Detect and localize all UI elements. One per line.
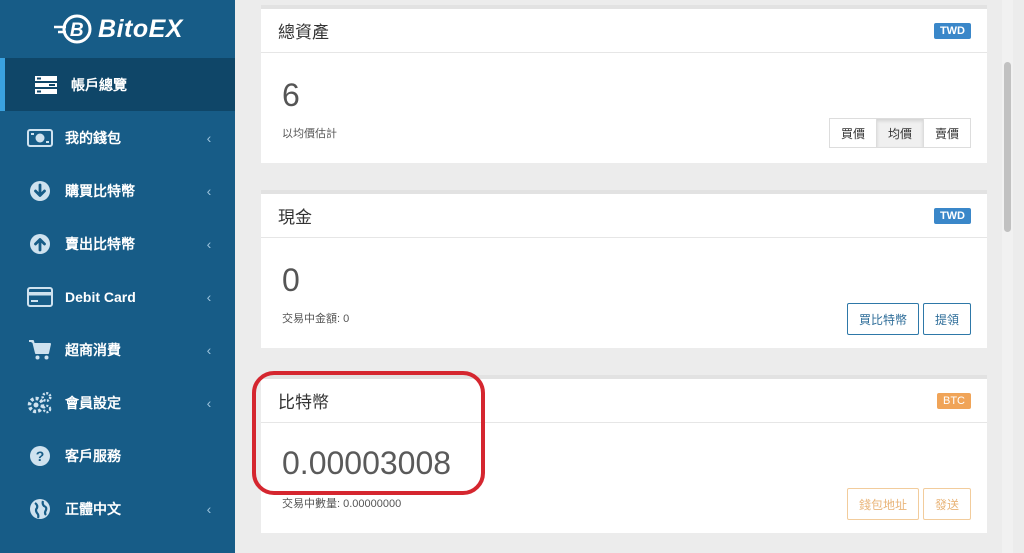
upload-circle-icon <box>27 233 53 255</box>
sidebar-item-label: 我的錢包 <box>65 129 121 146</box>
card-body: 0.00003008 交易中數量: 0.00000000 錢包地址 發送 <box>261 423 987 533</box>
cash-card: 現金 TWD 0 交易中金額: 0 買比特幣 提領 <box>261 190 987 348</box>
question-circle-icon: ? <box>27 445 53 467</box>
chevron-left-icon: ‹ <box>206 341 212 358</box>
shopping-cart-icon <box>27 339 53 361</box>
card-title: 總資產 <box>278 23 329 42</box>
bitoex-b-logo-icon: B <box>52 13 92 45</box>
bid-price-button[interactable]: 買價 <box>828 118 877 148</box>
sidebar-item-label: 帳戶總覽 <box>71 76 127 93</box>
chevron-left-icon: ‹ <box>206 235 212 252</box>
logo-text: BitoEX <box>98 14 183 43</box>
sidebar-item-account-overview[interactable]: 帳戶總覽 <box>0 58 235 111</box>
ask-price-button[interactable]: 賣價 <box>922 118 971 148</box>
sidebar-item-label: 超商消費 <box>65 341 121 358</box>
sidebar-item-label: 購買比特幣 <box>65 182 135 199</box>
sidebar-item-debit-card[interactable]: Debit Card ‹ <box>0 270 235 323</box>
total-assets-card: 總資產 TWD 6 以均價估計 買價 均價 賣價 <box>261 5 987 163</box>
sidebar-item-convenience-store[interactable]: 超商消費 ‹ <box>0 323 235 376</box>
chevron-left-icon: ‹ <box>206 500 212 517</box>
currency-badge: TWD <box>933 207 971 224</box>
pending-amount-note: 交易中金額: 0 <box>282 313 350 325</box>
card-body: 0 交易中金額: 0 買比特幣 提領 <box>261 238 987 348</box>
bitcoin-actions: 錢包地址 發送 <box>843 488 971 520</box>
vertical-scrollbar[interactable] <box>1002 0 1013 553</box>
main-content: 總資產 TWD 6 以均價估計 買價 均價 賣價 現金 TWD 0 交易中金額:… <box>235 0 1013 553</box>
chevron-left-icon: ‹ <box>206 129 212 146</box>
sidebar-item-customer-service[interactable]: ? 客戶服務 <box>0 429 235 482</box>
valuation-note: 以均價估計 <box>282 128 337 140</box>
chevron-left-icon: ‹ <box>206 394 212 411</box>
gears-icon <box>27 391 53 414</box>
pending-quantity-note: 交易中數量: 0.00000000 <box>282 498 402 510</box>
average-price-button[interactable]: 均價 <box>875 118 924 148</box>
svg-text:B: B <box>70 20 84 41</box>
total-assets-value: 6 <box>282 77 300 113</box>
card-title: 現金 <box>278 208 312 227</box>
sidebar-item-label: 客戶服務 <box>65 447 121 464</box>
sidebar-item-sell-bitcoin[interactable]: 賣出比特幣 ‹ <box>0 217 235 270</box>
sidebar-item-member-settings[interactable]: 會員設定 ‹ <box>0 376 235 429</box>
sidebar-item-label: 會員設定 <box>65 394 121 411</box>
sidebar: B BitoEX 帳戶總覽 我的錢包 ‹ 購買比特幣 ‹ 賣出比特幣 ‹ Deb… <box>0 0 235 553</box>
wallet-icon <box>27 127 53 149</box>
svg-text:?: ? <box>36 448 45 464</box>
withdraw-button[interactable]: 提領 <box>922 303 971 335</box>
app-logo[interactable]: B BitoEX <box>0 0 235 58</box>
currency-badge: BTC <box>937 392 971 409</box>
scrollbar-thumb[interactable] <box>1004 62 1011 232</box>
sidebar-item-label: Debit Card <box>65 288 136 305</box>
card-header: 總資產 TWD <box>261 9 987 53</box>
chevron-left-icon: ‹ <box>206 182 212 199</box>
credit-card-icon <box>27 286 53 308</box>
buy-bitcoin-button[interactable]: 買比特幣 <box>846 303 919 335</box>
price-basis-toggle: 買價 均價 賣價 <box>828 118 971 148</box>
download-circle-icon <box>27 180 53 202</box>
chevron-left-icon: ‹ <box>206 288 212 305</box>
cash-actions: 買比特幣 提領 <box>843 303 971 335</box>
sidebar-item-wallet[interactable]: 我的錢包 ‹ <box>0 111 235 164</box>
card-header: 比特幣 BTC <box>261 379 987 423</box>
card-header: 現金 TWD <box>261 194 987 238</box>
sidebar-item-label: 正體中文 <box>65 500 121 517</box>
bitcoin-card: 比特幣 BTC 0.00003008 交易中數量: 0.00000000 錢包地… <box>261 375 987 533</box>
sidebar-item-buy-bitcoin[interactable]: 購買比特幣 ‹ <box>0 164 235 217</box>
sidebar-item-label: 賣出比特幣 <box>65 235 135 252</box>
card-title: 比特幣 <box>278 393 329 412</box>
account-overview-icon <box>33 74 59 96</box>
globe-icon <box>27 498 53 520</box>
send-button[interactable]: 發送 <box>922 488 971 520</box>
sidebar-item-language[interactable]: 正體中文 ‹ <box>0 482 235 535</box>
card-body: 6 以均價估計 買價 均價 賣價 <box>261 53 987 163</box>
cash-value: 0 <box>282 262 300 298</box>
bitcoin-balance-value: 0.00003008 <box>282 445 452 481</box>
currency-badge: TWD <box>933 22 971 39</box>
wallet-address-button[interactable]: 錢包地址 <box>846 488 919 520</box>
